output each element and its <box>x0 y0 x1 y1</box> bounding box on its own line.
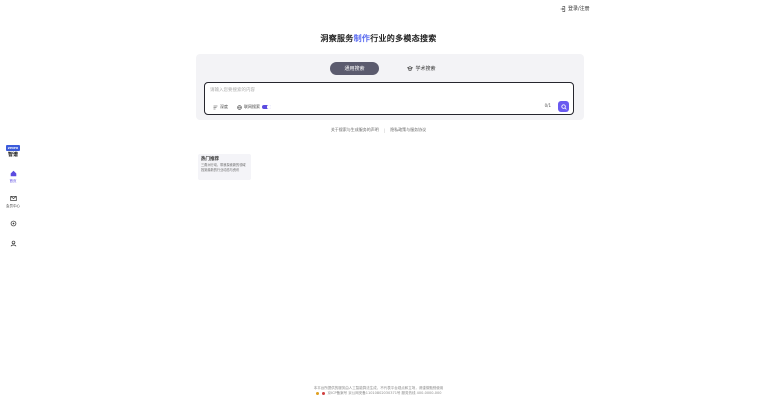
deep-option[interactable]: 深度 <box>213 104 228 110</box>
sidebar: ZHIPU 智谱 首页 会员中心 <box>0 145 26 248</box>
tab-academic-search[interactable]: 学术搜索 <box>393 62 450 75</box>
home-icon <box>9 169 18 178</box>
logo-badge: ZHIPU <box>5 145 21 151</box>
footer-license: 京ICP备案号 京公网安备11010802030371号 服务热线 400-00… <box>327 391 442 395</box>
web-search-toggle[interactable] <box>262 104 271 110</box>
search-input[interactable] <box>210 86 510 95</box>
footer: 本平台所提供的服务由人工智能算法生成，不代表平台观点和立场，请谨慎甄别使用 京I… <box>0 386 757 396</box>
sidebar-item-user[interactable] <box>9 239 18 248</box>
headline-accent: 制作 <box>353 34 371 43</box>
headline-prefix: 洞察服务 <box>320 34 354 43</box>
search-icon <box>560 103 567 110</box>
academic-icon <box>406 65 413 71</box>
recommend-card[interactable]: 热门推荐 三角洲行动，带我探索新的领域 找到最新的行业动态与资讯 <box>198 154 251 180</box>
web-search-label: 联网搜索 <box>244 104 260 109</box>
tab-label: 通用搜索 <box>344 66 365 72</box>
recommend-line: 三角洲行动，带我探索新的领域 <box>201 163 246 167</box>
login-button[interactable]: 登录/注册 <box>560 5 590 12</box>
police-icon <box>321 392 325 395</box>
deep-label: 深度 <box>220 104 228 109</box>
sidebar-item-label: 首页 <box>9 179 17 183</box>
logo[interactable]: ZHIPU 智谱 <box>5 145 21 158</box>
sidebar-item-member[interactable]: 会员中心 <box>6 194 20 208</box>
logo-text: 智谱 <box>7 152 18 158</box>
headline-suffix: 行业的多模态搜索 <box>370 34 437 43</box>
sidebar-item-label: 会员中心 <box>6 204 20 208</box>
user-icon <box>9 239 18 248</box>
search-tabs: 通用搜索 学术搜索 <box>196 62 584 75</box>
search-box: 深度 联网搜索 0/1 <box>204 82 574 115</box>
login-icon <box>560 5 566 12</box>
link-divider: | <box>383 127 386 133</box>
sidebar-item-home[interactable]: 首页 <box>9 169 18 183</box>
recommend-line: 找到最新的行业动态与资讯 <box>201 167 240 172</box>
web-search-option[interactable]: 联网搜索 <box>237 104 271 110</box>
deep-icon <box>213 105 218 109</box>
globe-icon <box>237 104 242 110</box>
footer-row: 京ICP备案号 京公网安备11010802030371号 服务热线 400-00… <box>0 391 757 396</box>
char-counter: 0/1 <box>544 103 551 108</box>
page-title: 洞察服务制作行业的多模态搜索 <box>0 33 757 44</box>
settings-icon <box>9 219 18 228</box>
tab-label: 学术搜索 <box>415 66 436 72</box>
search-button[interactable] <box>558 101 569 112</box>
login-label: 登录/注册 <box>568 6 590 12</box>
privacy-link[interactable]: 隐私政策与服务协议 <box>390 127 426 133</box>
policy-links: 关于搜索与生成服务的声明 | 隐私政策与服务协议 <box>0 127 757 133</box>
beian-icon <box>315 392 319 395</box>
sidebar-item-settings[interactable] <box>9 219 18 228</box>
statement-link[interactable]: 关于搜索与生成服务的声明 <box>331 127 379 133</box>
search-panel: 通用搜索 学术搜索 深度 联网搜索 0/1 <box>196 54 584 120</box>
mail-icon <box>9 194 18 203</box>
tab-general-search[interactable]: 通用搜索 <box>330 62 379 75</box>
